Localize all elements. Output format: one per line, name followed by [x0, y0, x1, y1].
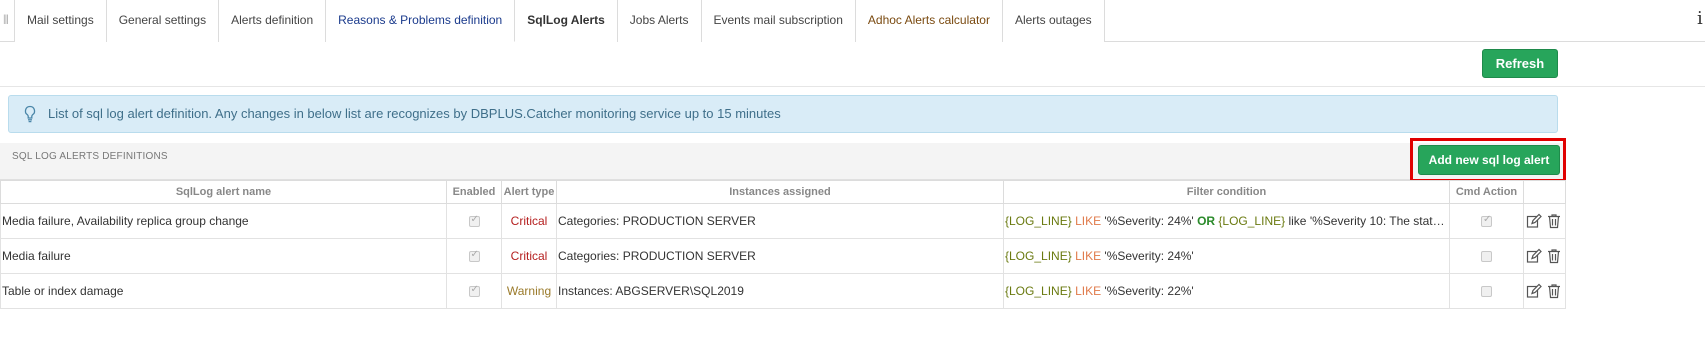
alert-type: Critical	[501, 238, 557, 274]
filter-field: {LOG_LINE}	[1005, 214, 1072, 228]
edit-icon[interactable]	[1526, 248, 1542, 264]
table-row[interactable]: Media failure, Availability replica grou…	[0, 203, 1566, 239]
tab-alerts-definition[interactable]: Alerts definition	[218, 0, 326, 42]
alert-name: Table or index damage	[0, 273, 447, 309]
tab-mail-settings[interactable]: Mail settings	[14, 0, 106, 42]
table-header-row: SqlLog alert name Enabled Alert type Ins…	[0, 180, 1566, 204]
cmd-action-checkbox	[1481, 251, 1492, 263]
tab-reasons-problems[interactable]: Reasons & Problems definition	[325, 0, 515, 42]
filter-operator: LIKE	[1075, 249, 1102, 263]
filter-operator: LIKE	[1075, 214, 1102, 228]
col-header-cmd[interactable]: Cmd Action	[1449, 180, 1524, 204]
tab-general-settings[interactable]: General settings	[105, 0, 219, 42]
col-header-enabled[interactable]: Enabled	[446, 180, 502, 204]
sqllog-alerts-table: SqlLog alert name Enabled Alert type Ins…	[0, 180, 1566, 309]
tab-bar: ||| Mail settings General settings Alert…	[0, 0, 1705, 42]
enabled-checkbox	[468, 249, 480, 263]
section-header: SQL LOG ALERTS DEFINITIONS	[0, 143, 1565, 180]
filter-value: '%Severity: 22%'	[1104, 284, 1194, 298]
refresh-button[interactable]: Refresh	[1482, 49, 1558, 78]
instances-assigned: Categories: PRODUCTION SERVER	[556, 238, 1004, 274]
enabled-checkbox	[468, 214, 480, 228]
trash-icon[interactable]	[1546, 283, 1562, 299]
filter-field: {LOG_LINE}	[1005, 249, 1072, 263]
alert-type: Critical	[501, 203, 557, 239]
tab-jobs-alerts[interactable]: Jobs Alerts	[616, 0, 701, 42]
tab-events-mail-subscription[interactable]: Events mail subscription	[700, 0, 855, 42]
trash-icon[interactable]	[1546, 248, 1562, 264]
instances-assigned: Categories: PRODUCTION SERVER	[556, 203, 1004, 239]
col-header-instances[interactable]: Instances assigned	[556, 180, 1004, 204]
filter-operator: LIKE	[1075, 284, 1102, 298]
table-row[interactable]: Media failure Critical Categories: PRODU…	[0, 238, 1566, 274]
tab-sqllog-alerts[interactable]: SqlLog Alerts	[514, 0, 617, 42]
tabs: Mail settings General settings Alerts de…	[14, 0, 1105, 42]
section-title: SQL LOG ALERTS DEFINITIONS	[12, 151, 168, 162]
col-header-type[interactable]: Alert type	[501, 180, 557, 204]
cmd-action-checkbox	[1481, 286, 1492, 298]
col-header-filter[interactable]: Filter condition	[1003, 180, 1450, 204]
info-icon[interactable]: i	[1697, 8, 1705, 29]
filter-value: '%Severity: 24%'	[1104, 214, 1194, 228]
table-row[interactable]: Table or index damage Warning Instances:…	[0, 273, 1566, 309]
lightbulb-icon	[24, 105, 36, 123]
filter-field: {LOG_LINE}	[1005, 284, 1072, 298]
alert-name: Media failure	[0, 238, 447, 274]
add-sql-log-alert-button[interactable]: Add new sql log alert	[1418, 145, 1560, 175]
cmd-action-checkbox	[1481, 214, 1492, 228]
drag-grip-icon[interactable]: |||	[3, 14, 12, 26]
filter-condition: {LOG_LINE} LIKE '%Severity: 24%' OR {LOG…	[1003, 203, 1450, 239]
col-header-name[interactable]: SqlLog alert name	[0, 180, 447, 204]
filter-operator: like	[1288, 214, 1307, 228]
enabled-checkbox	[468, 284, 480, 298]
edit-icon[interactable]	[1526, 283, 1542, 299]
divider	[0, 86, 1705, 87]
tab-adhoc-alerts-calculator[interactable]: Adhoc Alerts calculator	[854, 0, 1002, 42]
filter-or: OR	[1197, 214, 1216, 228]
tab-alerts-outages[interactable]: Alerts outages	[1001, 0, 1105, 42]
filter-field: {LOG_LINE}	[1218, 214, 1286, 228]
info-alert: List of sql log alert definition. Any ch…	[8, 95, 1558, 133]
alert-type: Warning	[501, 273, 557, 309]
alert-name: Media failure, Availability replica grou…	[0, 203, 447, 239]
filter-condition: {LOG_LINE} LIKE '%Severity: 22%'	[1003, 273, 1450, 309]
trash-icon[interactable]	[1546, 213, 1562, 229]
filter-value: '%Severity 10: The state of the…	[1309, 214, 1450, 228]
instances-assigned: Instances: ABGSERVER\SQL2019	[556, 273, 1004, 309]
col-header-actions	[1523, 180, 1566, 204]
edit-icon[interactable]	[1526, 213, 1542, 229]
info-message: List of sql log alert definition. Any ch…	[48, 106, 781, 121]
filter-value: '%Severity: 24%'	[1104, 249, 1194, 263]
filter-condition: {LOG_LINE} LIKE '%Severity: 24%'	[1003, 238, 1450, 274]
